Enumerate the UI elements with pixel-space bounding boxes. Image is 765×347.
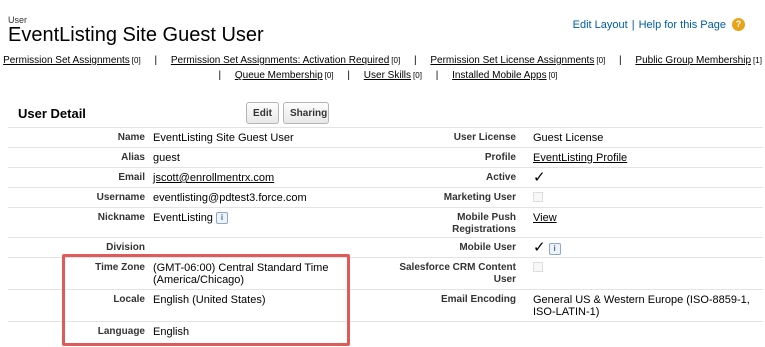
link-separator: | <box>154 55 158 66</box>
link-count: [0] <box>413 71 422 80</box>
info-icon[interactable]: i <box>215 212 228 225</box>
field-label-profile: Profile <box>484 152 516 163</box>
email-link[interactable]: jscott@enrollmentrx.com <box>153 172 274 184</box>
field-label-mobile-user: Mobile User <box>459 242 516 253</box>
queue-membership-link[interactable]: Queue Membership <box>235 70 323 81</box>
mobile-push-value: View <box>533 212 758 224</box>
related-links-row-1: Permission Set Assignments [0] | Permissi… <box>0 55 765 66</box>
detail-row-email: Email jscott@enrollmentrx.com Active ✓ <box>8 167 763 187</box>
crm-content-user-checkbox <box>533 262 543 272</box>
user-skills-link[interactable]: User Skills <box>364 70 411 81</box>
field-value-username: eventlisting@pdtest3.force.com <box>153 192 307 204</box>
edit-layout-link[interactable]: Edit Layout <box>573 19 628 31</box>
link-count: [0] <box>324 71 334 80</box>
field-label-active: Active <box>485 172 516 183</box>
link-count: [0] <box>596 56 606 65</box>
link-count: [0] <box>131 56 141 65</box>
sharing-button[interactable]: Sharing <box>283 102 329 124</box>
field-value-nickname: EventListing <box>153 212 213 224</box>
field-label-mobile-push-registrations: Mobile Push Registrations <box>452 212 516 235</box>
link-count: [0] <box>391 56 401 65</box>
view-link[interactable]: View <box>533 212 557 224</box>
marketing-user-value <box>533 192 758 205</box>
link-separator: | <box>435 70 439 81</box>
related-links-row-2: | Queue Membership [0] | User Skills [0] |… <box>0 70 765 81</box>
edit-button[interactable]: Edit <box>246 102 279 124</box>
permission-set-license-assignments-link[interactable]: Permission Set License Assignments <box>430 55 594 66</box>
permission-set-activation-required-link[interactable]: Permission Set Assignments: Activation R… <box>171 55 389 66</box>
nickname-value: EventListing i <box>153 212 383 225</box>
highlight-box <box>62 254 350 346</box>
link-count: [1] <box>753 56 762 65</box>
field-label-division: Division <box>106 242 145 253</box>
link-separator: | <box>347 70 350 81</box>
field-value-user-license: Guest License <box>533 132 604 144</box>
field-value-email: jscott@enrollmentrx.com <box>153 172 383 184</box>
installed-mobile-apps-link[interactable]: Installed Mobile Apps <box>452 70 547 81</box>
detail-row-alias: Alias guest Profile EventListing Profile <box>8 147 763 167</box>
link-separator: | <box>413 55 417 66</box>
field-value-alias: guest <box>153 152 180 164</box>
field-label-crm-content-user: Salesforce CRM Content User <box>399 262 516 285</box>
field-value-profile: EventListing Profile <box>533 152 758 164</box>
crm-content-user-value <box>533 262 758 275</box>
help-for-this-page-link[interactable]: Help for this Page <box>639 19 726 31</box>
marketing-user-checkbox <box>533 192 543 202</box>
detail-row-nickname: Nickname EventListing i Mobile Push Regis… <box>8 207 763 237</box>
field-label-marketing-user: Marketing User <box>443 192 516 203</box>
link-separator: | <box>218 70 222 81</box>
field-label-email: Email <box>118 172 145 183</box>
link-separator: | <box>619 55 622 66</box>
permission-set-assignments-link[interactable]: Permission Set Assignments <box>3 55 130 66</box>
section-title: User Detail <box>18 106 86 121</box>
field-value-email-encoding: General US & Western Europe (ISO-8859-1,… <box>533 294 750 318</box>
field-label-alias: Alias <box>121 152 145 163</box>
field-label-name: Name <box>117 132 145 143</box>
link-count: [0] <box>548 71 558 80</box>
top-link-separator: | <box>631 18 635 31</box>
mobile-user-checkmark-icon: ✓ <box>533 239 546 256</box>
page-title: EventListing Site Guest User <box>8 24 264 46</box>
public-group-membership-link[interactable]: Public Group Membership <box>635 55 751 66</box>
help-icon[interactable]: ? <box>732 18 745 31</box>
mobile-user-value: ✓ i <box>533 239 758 256</box>
field-label-user-license: User License <box>453 132 516 143</box>
detail-row-name: Name EventListing Site Guest User User L… <box>8 127 763 147</box>
field-label-nickname: Nickname <box>97 212 145 223</box>
active-checkmark-icon: ✓ <box>533 169 546 186</box>
info-icon[interactable]: i <box>548 243 561 256</box>
profile-link[interactable]: EventListing Profile <box>533 152 627 164</box>
detail-row-username: Username eventlisting@pdtest3.force.com … <box>8 187 763 207</box>
field-label-email-encoding: Email Encoding <box>440 294 516 305</box>
field-label-username: Username <box>96 192 145 203</box>
top-links: Edit Layout | Help for this Page ? <box>573 18 745 31</box>
field-value-name: EventListing Site Guest User <box>153 132 294 144</box>
